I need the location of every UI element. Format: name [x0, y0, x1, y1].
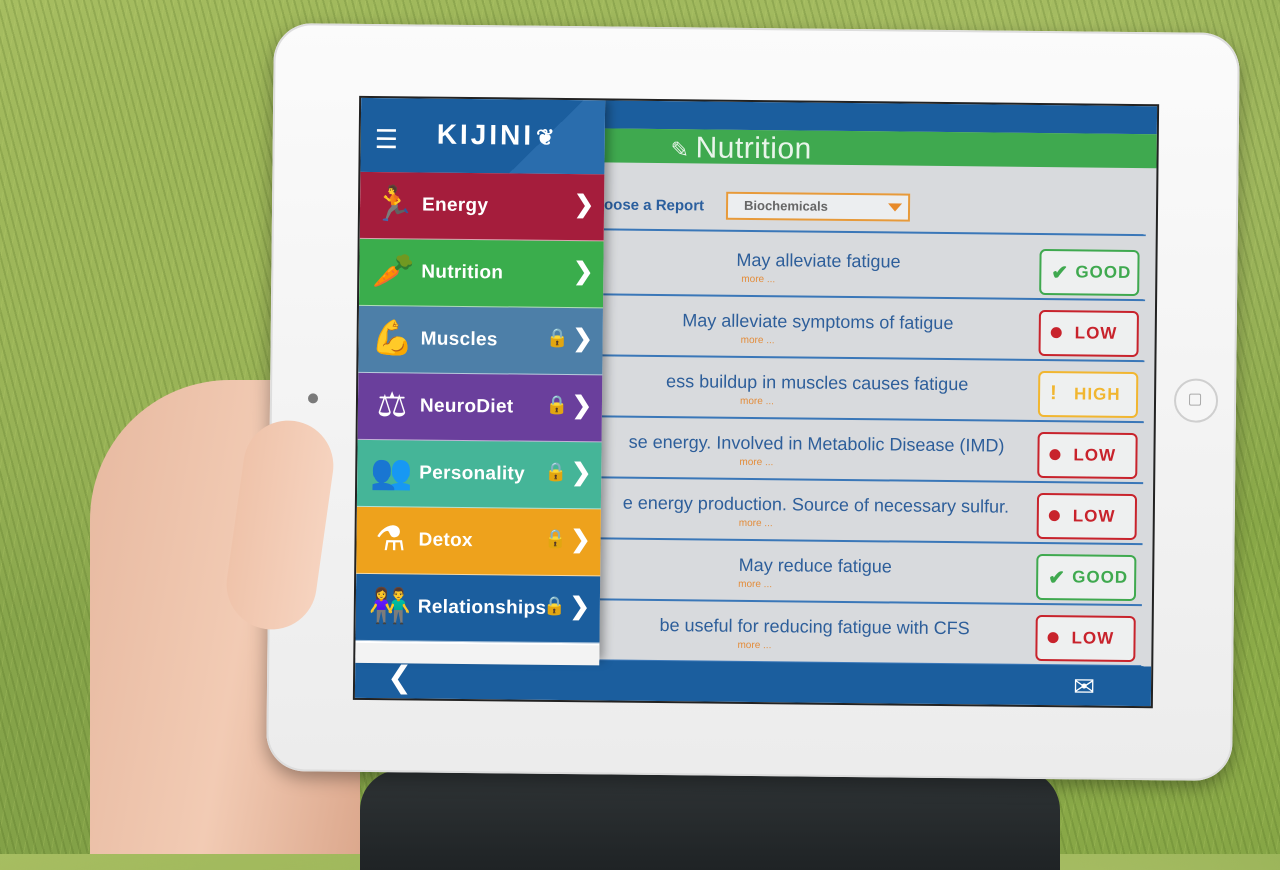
personality-icon: 👥 — [369, 452, 413, 492]
item-text: May reduce fatigue — [738, 554, 892, 577]
menu-item-muscles[interactable]: 💪 Muscles 🔒 ❯ — [358, 305, 603, 376]
energy-icon: 🏃 — [372, 185, 416, 224]
neurodiet-icon: ⚖ — [376, 386, 408, 425]
status-badge[interactable]: ✔ GOOD — [1035, 553, 1137, 602]
caret-down-icon — [888, 203, 903, 212]
menu-item-relationships[interactable]: 👫 Relationships 🔒 ❯ — [355, 573, 601, 644]
status-label: GOOD — [1072, 567, 1129, 587]
list-item: se energy. Involved in Metabolic Disease… — [601, 417, 1142, 481]
chevron-right-icon: ❯ — [571, 459, 592, 487]
status-dot-icon — [1048, 504, 1060, 527]
menu-item-label: Personality — [419, 462, 526, 485]
more-link[interactable]: more ... — [602, 394, 912, 408]
status-label: LOW — [1072, 506, 1116, 526]
app-logo-text: KIJINI — [436, 118, 535, 151]
status-dot-icon — [1050, 321, 1062, 344]
list-item: be useful for reducing fatigue with CFS m… — [599, 600, 1140, 664]
report-select-value: Biochemicals — [743, 197, 828, 214]
page-title: ✎ Nutrition — [670, 131, 812, 166]
page-title-text: Nutrition — [695, 131, 812, 166]
nutrition-icon: 🥕 — [371, 252, 415, 291]
menu-item-label: NeuroDiet — [419, 395, 514, 418]
detox-icon: ⚗ — [375, 520, 406, 559]
status-badge[interactable]: ✔ GOOD — [1039, 248, 1140, 297]
more-link[interactable]: more ... — [601, 516, 911, 530]
report-select[interactable]: Biochemicals — [725, 191, 911, 222]
legs-background — [360, 770, 1060, 870]
mail-icon[interactable]: ✉ — [1073, 671, 1095, 701]
more-link[interactable]: more ... — [603, 272, 913, 286]
chevron-right-icon: ❯ — [570, 526, 591, 554]
app-screen: ✎ Nutrition oose a Report Biochemicals Ma… — [352, 95, 1160, 709]
menu-item-detox[interactable]: ⚗ Detox 🔒 ❯ — [356, 506, 601, 577]
chevron-right-icon: ❯ — [573, 258, 594, 286]
status-label: LOW — [1074, 323, 1118, 343]
item-text: ess buildup in muscles causes fatigue — [666, 371, 969, 395]
menu-item-energy[interactable]: 🏃 Energy ❯ — [359, 171, 605, 242]
more-link[interactable]: more ... — [601, 455, 911, 469]
status-badge[interactable]: LOW — [1037, 431, 1138, 480]
more-link[interactable]: more ... — [603, 333, 913, 347]
status-dot-icon — [1049, 443, 1061, 466]
sprout-icon: ❦ — [535, 124, 558, 150]
tablet-device: ✎ Nutrition oose a Report Biochemicals Ma… — [266, 22, 1240, 782]
menu-item-label: Detox — [418, 529, 473, 552]
menu-footer-space — [355, 642, 600, 666]
report-label: oose a Report — [603, 196, 705, 215]
list-item: May alleviate symptoms of fatigue more ..… — [603, 295, 1144, 359]
item-text: e energy production. Source of necessary… — [622, 492, 1010, 517]
list-item: May reduce fatigue more ... ✔ GOOD — [600, 539, 1141, 603]
status-mark-icon: ✔ — [1051, 262, 1070, 285]
camera — [307, 393, 319, 404]
chevron-right-icon: ❯ — [569, 593, 590, 621]
menu-item-neurodiet[interactable]: ⚖ NeuroDiet 🔒 ❯ — [357, 372, 603, 443]
relationships-icon: 👫 — [368, 586, 412, 626]
status-badge[interactable]: ! HIGH — [1037, 370, 1139, 419]
status-label: LOW — [1073, 445, 1117, 465]
back-icon[interactable]: ❮ — [387, 660, 413, 695]
status-label: HIGH — [1074, 384, 1121, 404]
app-logo: KIJINI❦ — [437, 119, 558, 152]
list-item: e energy production. Source of necessary… — [601, 478, 1142, 542]
lock-icon: 🔒 — [545, 394, 569, 416]
menu-item-label: Muscles — [420, 328, 498, 351]
chevron-right-icon: ❯ — [573, 191, 595, 219]
side-menu: ☰ KIJINI❦ 🏃 Energy ❯ 🥕 Nutrition ❯ 💪 Muscles 🔒 ❯ ⚖… — [355, 97, 606, 666]
item-text: se energy. Involved in Metabolic Disease… — [628, 431, 1005, 456]
status-mark-icon: ! — [1049, 382, 1058, 405]
menu-item-nutrition[interactable]: 🥕 Nutrition ❯ — [358, 238, 604, 309]
more-link[interactable]: more ... — [600, 577, 910, 591]
home-button[interactable] — [1173, 378, 1219, 423]
more-link[interactable]: more ... — [599, 638, 909, 652]
item-text: May alleviate symptoms of fatigue — [682, 310, 954, 334]
item-text: May alleviate fatigue — [736, 249, 901, 272]
status-label: LOW — [1071, 628, 1115, 648]
status-badge[interactable]: LOW — [1036, 492, 1138, 541]
status-dot-icon — [1047, 626, 1059, 649]
lock-icon: 🔒 — [546, 327, 569, 349]
nutrition-icon: ✎ — [670, 137, 690, 163]
list-item: May alleviate fatigue more ... ✔ GOOD — [603, 234, 1144, 298]
menu-item-label: Relationships — [417, 596, 547, 619]
status-mark-icon: ✔ — [1048, 567, 1067, 590]
item-text: be useful for reducing fatigue with CFS — [659, 615, 970, 639]
lock-icon: 🔒 — [544, 528, 567, 550]
chevron-right-icon: ❯ — [571, 392, 593, 420]
menu-header: ☰ KIJINI❦ — [360, 97, 606, 175]
menu-item-label: Nutrition — [421, 261, 504, 284]
menu-item-personality[interactable]: 👥 Personality 🔒 ❯ — [356, 439, 602, 510]
hamburger-icon[interactable]: ☰ — [375, 124, 399, 155]
list-item: ess buildup in muscles causes fatigue mor… — [602, 356, 1143, 420]
status-label: GOOD — [1075, 262, 1132, 282]
chevron-right-icon: ❯ — [572, 325, 593, 353]
menu-item-label: Energy — [421, 194, 489, 217]
status-badge[interactable]: LOW — [1038, 309, 1139, 358]
bottom-bar: ❮ ✉ — [354, 657, 1152, 707]
lock-icon: 🔒 — [543, 595, 566, 617]
muscles-icon: 💪 — [371, 319, 415, 358]
lock-icon: 🔒 — [544, 461, 568, 483]
status-badge[interactable]: LOW — [1035, 614, 1136, 663]
